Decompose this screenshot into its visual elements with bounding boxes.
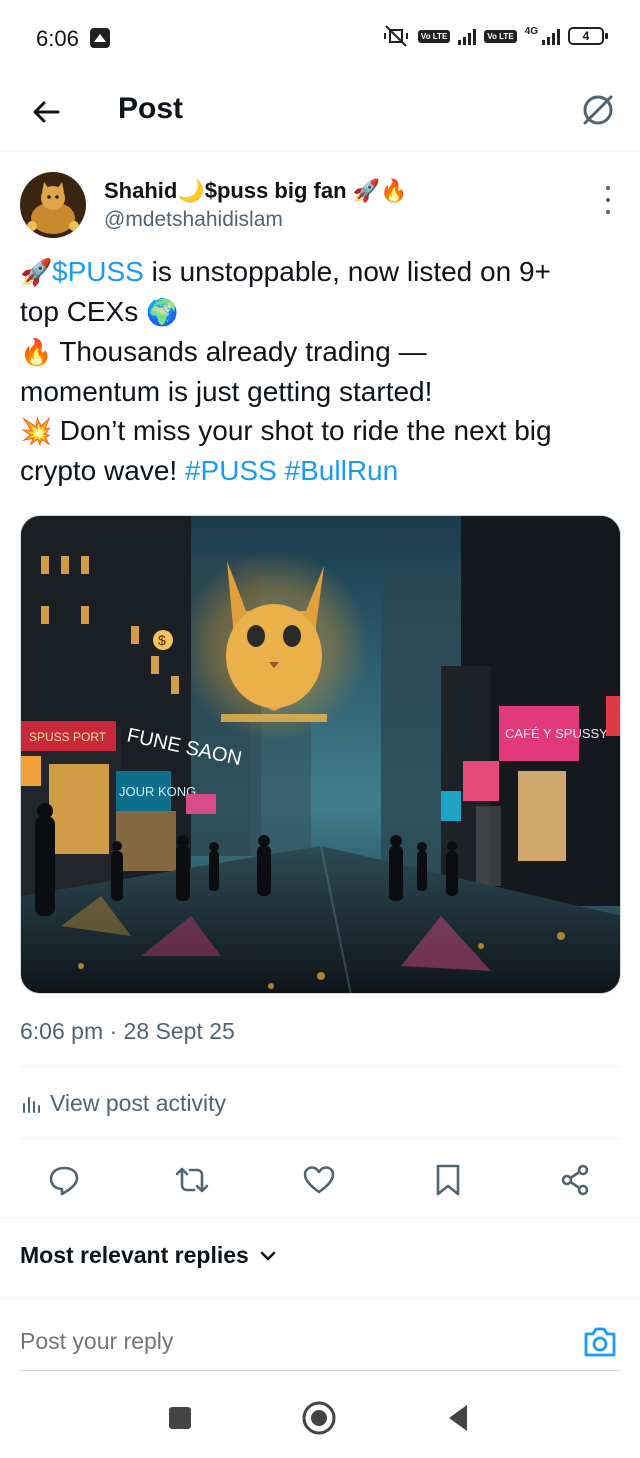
store-sign-left: SPUSS PORT <box>29 730 107 744</box>
reply-icon <box>49 1166 79 1196</box>
network-type: 4G <box>524 25 538 37</box>
hashtag-link[interactable]: #BullRun <box>285 455 399 486</box>
store-sign-blue: JOUR KONG <box>119 784 196 799</box>
post-text-segment: is unstoppable, now listed on 9+ <box>143 256 551 287</box>
post-text-segment: top CEXs <box>20 296 147 327</box>
divider <box>20 1066 620 1067</box>
volte-icon-2: Vo LTE <box>484 29 517 43</box>
view-post-activity-link[interactable]: View post activity <box>20 1090 226 1117</box>
reply-composer <box>20 1318 620 1368</box>
rocket-emoji: 🚀 <box>20 257 53 287</box>
author-avatar[interactable] <box>20 172 86 238</box>
divider <box>0 1298 640 1299</box>
city-cat-image: $ SPUSS PORT FUNE SAON JOUR KONG CAFÉ Y … <box>21 516 620 993</box>
divider <box>20 1370 620 1371</box>
repost-icon <box>175 1167 209 1193</box>
system-navigation-bar <box>0 1380 640 1458</box>
home-button[interactable] <box>299 1398 339 1438</box>
store-sign-pink: CAFÉ Y SPUSSY <box>505 726 608 741</box>
signal-icon <box>458 27 477 45</box>
divider <box>0 1217 640 1218</box>
signal-icon-2 <box>542 27 560 45</box>
like-button[interactable] <box>297 1158 341 1202</box>
post-line-6: crypto wave! #PUSS #BullRun <box>20 451 620 490</box>
fire-emoji: 🔥 <box>20 337 53 367</box>
post-text-segment: crypto wave! <box>20 455 185 486</box>
more-dot-icon <box>606 198 610 202</box>
dollar-sign: $ <box>158 632 166 648</box>
more-dot-icon <box>606 186 610 190</box>
square-icon <box>169 1407 191 1429</box>
post-media[interactable]: $ SPUSS PORT FUNE SAON JOUR KONG CAFÉ Y … <box>20 515 621 994</box>
post-line-4: momentum is just getting started! <box>20 376 433 407</box>
more-options-button[interactable] <box>600 186 616 214</box>
grok-button[interactable] <box>576 88 620 132</box>
arrow-left-icon <box>33 101 60 123</box>
volte-icon: Vo LTE <box>417 29 451 43</box>
triangle-back-icon <box>449 1405 467 1431</box>
post-line-2: top CEXs 🌍 <box>20 292 620 332</box>
globe-emoji: 🌍 <box>146 297 179 327</box>
status-bar: 6:06 Vo LTE Vo LTE 4G 4 <box>0 0 640 78</box>
battery-icon: 4 <box>568 27 608 45</box>
system-back-button[interactable] <box>438 1398 478 1438</box>
status-time: 6:06 <box>36 26 79 51</box>
replies-sort-label: Most relevant replies <box>20 1242 249 1268</box>
post-line-5: 💥 Don’t miss your shot to ride the next … <box>20 411 620 451</box>
grok-icon <box>583 95 613 125</box>
share-icon <box>561 1164 589 1196</box>
hashtag-link[interactable]: #PUSS <box>185 455 277 486</box>
post-timestamp[interactable]: 6:06 pm · 28 Sept 25 <box>20 1018 235 1045</box>
page-title: Post <box>118 92 184 125</box>
view-post-activity-label: View post activity <box>50 1090 226 1116</box>
circle-home-icon <box>302 1401 336 1435</box>
cashtag-link[interactable]: $PUSS <box>52 256 144 287</box>
post-text-segment: Thousands already trading — <box>52 336 427 367</box>
heart-icon <box>303 1166 335 1194</box>
divider <box>20 1138 620 1139</box>
post-line-3: 🔥 Thousands already trading — <box>20 332 620 372</box>
status-icons: Vo LTE Vo LTE 4G 4 <box>382 24 608 48</box>
mute-vibrate-icon <box>383 25 408 47</box>
back-button[interactable] <box>24 90 68 134</box>
bookmark-icon <box>436 1164 460 1196</box>
camera-button[interactable] <box>580 1322 620 1362</box>
reply-input[interactable] <box>20 1328 540 1355</box>
author-handle[interactable]: @mdetshahidislam <box>104 208 283 232</box>
recent-apps-button[interactable] <box>160 1398 200 1438</box>
post-action-bar <box>20 1154 620 1208</box>
bookmark-button[interactable] <box>426 1158 470 1202</box>
camera-icon <box>584 1327 616 1357</box>
author-display-name[interactable]: Shahid🌙$puss big fan 🚀🔥 <box>104 178 407 204</box>
top-app-bar: Post <box>0 78 640 152</box>
share-button[interactable] <box>553 1158 597 1202</box>
more-dot-icon <box>606 210 610 214</box>
collision-emoji: 💥 <box>20 416 53 446</box>
analytics-icon <box>23 1096 40 1113</box>
repost-button[interactable] <box>170 1158 214 1202</box>
replies-sort-dropdown[interactable]: Most relevant replies <box>20 1242 277 1269</box>
post-line-1: 🚀$PUSS is unstoppable, now listed on 9+ <box>20 252 620 292</box>
reply-button[interactable] <box>42 1158 86 1202</box>
post-body: 🚀$PUSS is unstoppable, now listed on 9+ … <box>20 252 620 490</box>
notification-app-icon <box>90 28 110 48</box>
chevron-down-icon <box>260 1251 276 1260</box>
post-text-segment: Don’t miss your shot to ride the next bi… <box>52 415 552 446</box>
cat-avatar-image <box>20 172 86 238</box>
